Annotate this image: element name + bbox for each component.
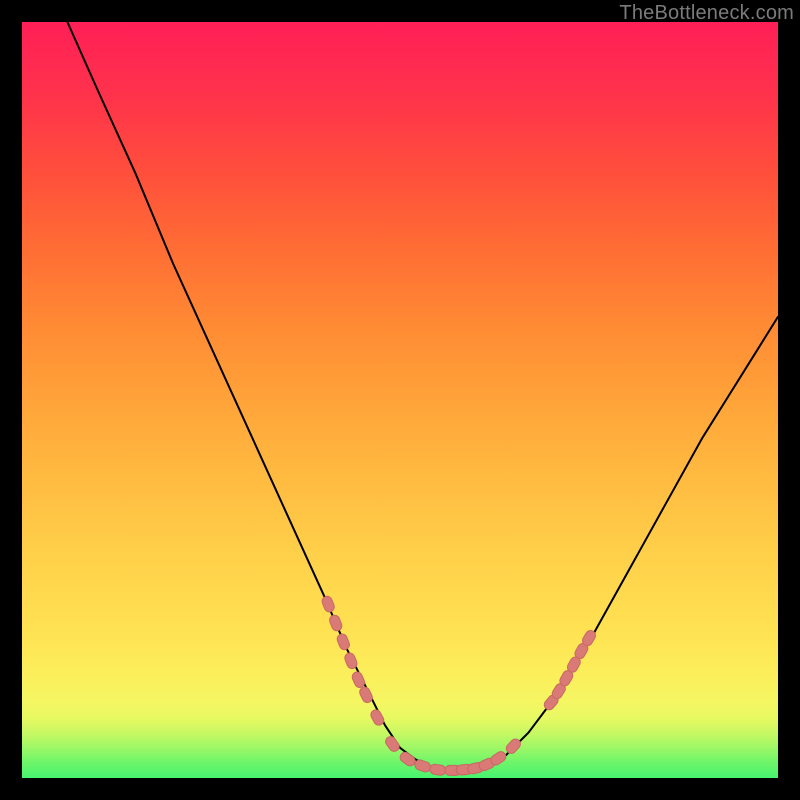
chart-marker — [328, 614, 343, 633]
chart-marker — [369, 708, 385, 727]
chart-markers — [321, 595, 598, 776]
chart-marker — [358, 685, 374, 704]
chart-svg — [22, 22, 778, 778]
chart-marker — [398, 750, 417, 767]
chart-marker — [336, 633, 351, 652]
bottleneck-curve — [67, 22, 778, 770]
chart-frame: TheBottleneck.com — [0, 0, 800, 800]
chart-marker — [384, 735, 401, 754]
watermark-label: TheBottleneck.com — [619, 2, 794, 25]
chart-marker — [351, 670, 367, 689]
chart-marker — [504, 737, 522, 755]
chart-marker — [429, 764, 446, 776]
chart-plot-area — [22, 22, 778, 778]
chart-marker — [413, 759, 431, 774]
chart-marker — [321, 595, 336, 614]
